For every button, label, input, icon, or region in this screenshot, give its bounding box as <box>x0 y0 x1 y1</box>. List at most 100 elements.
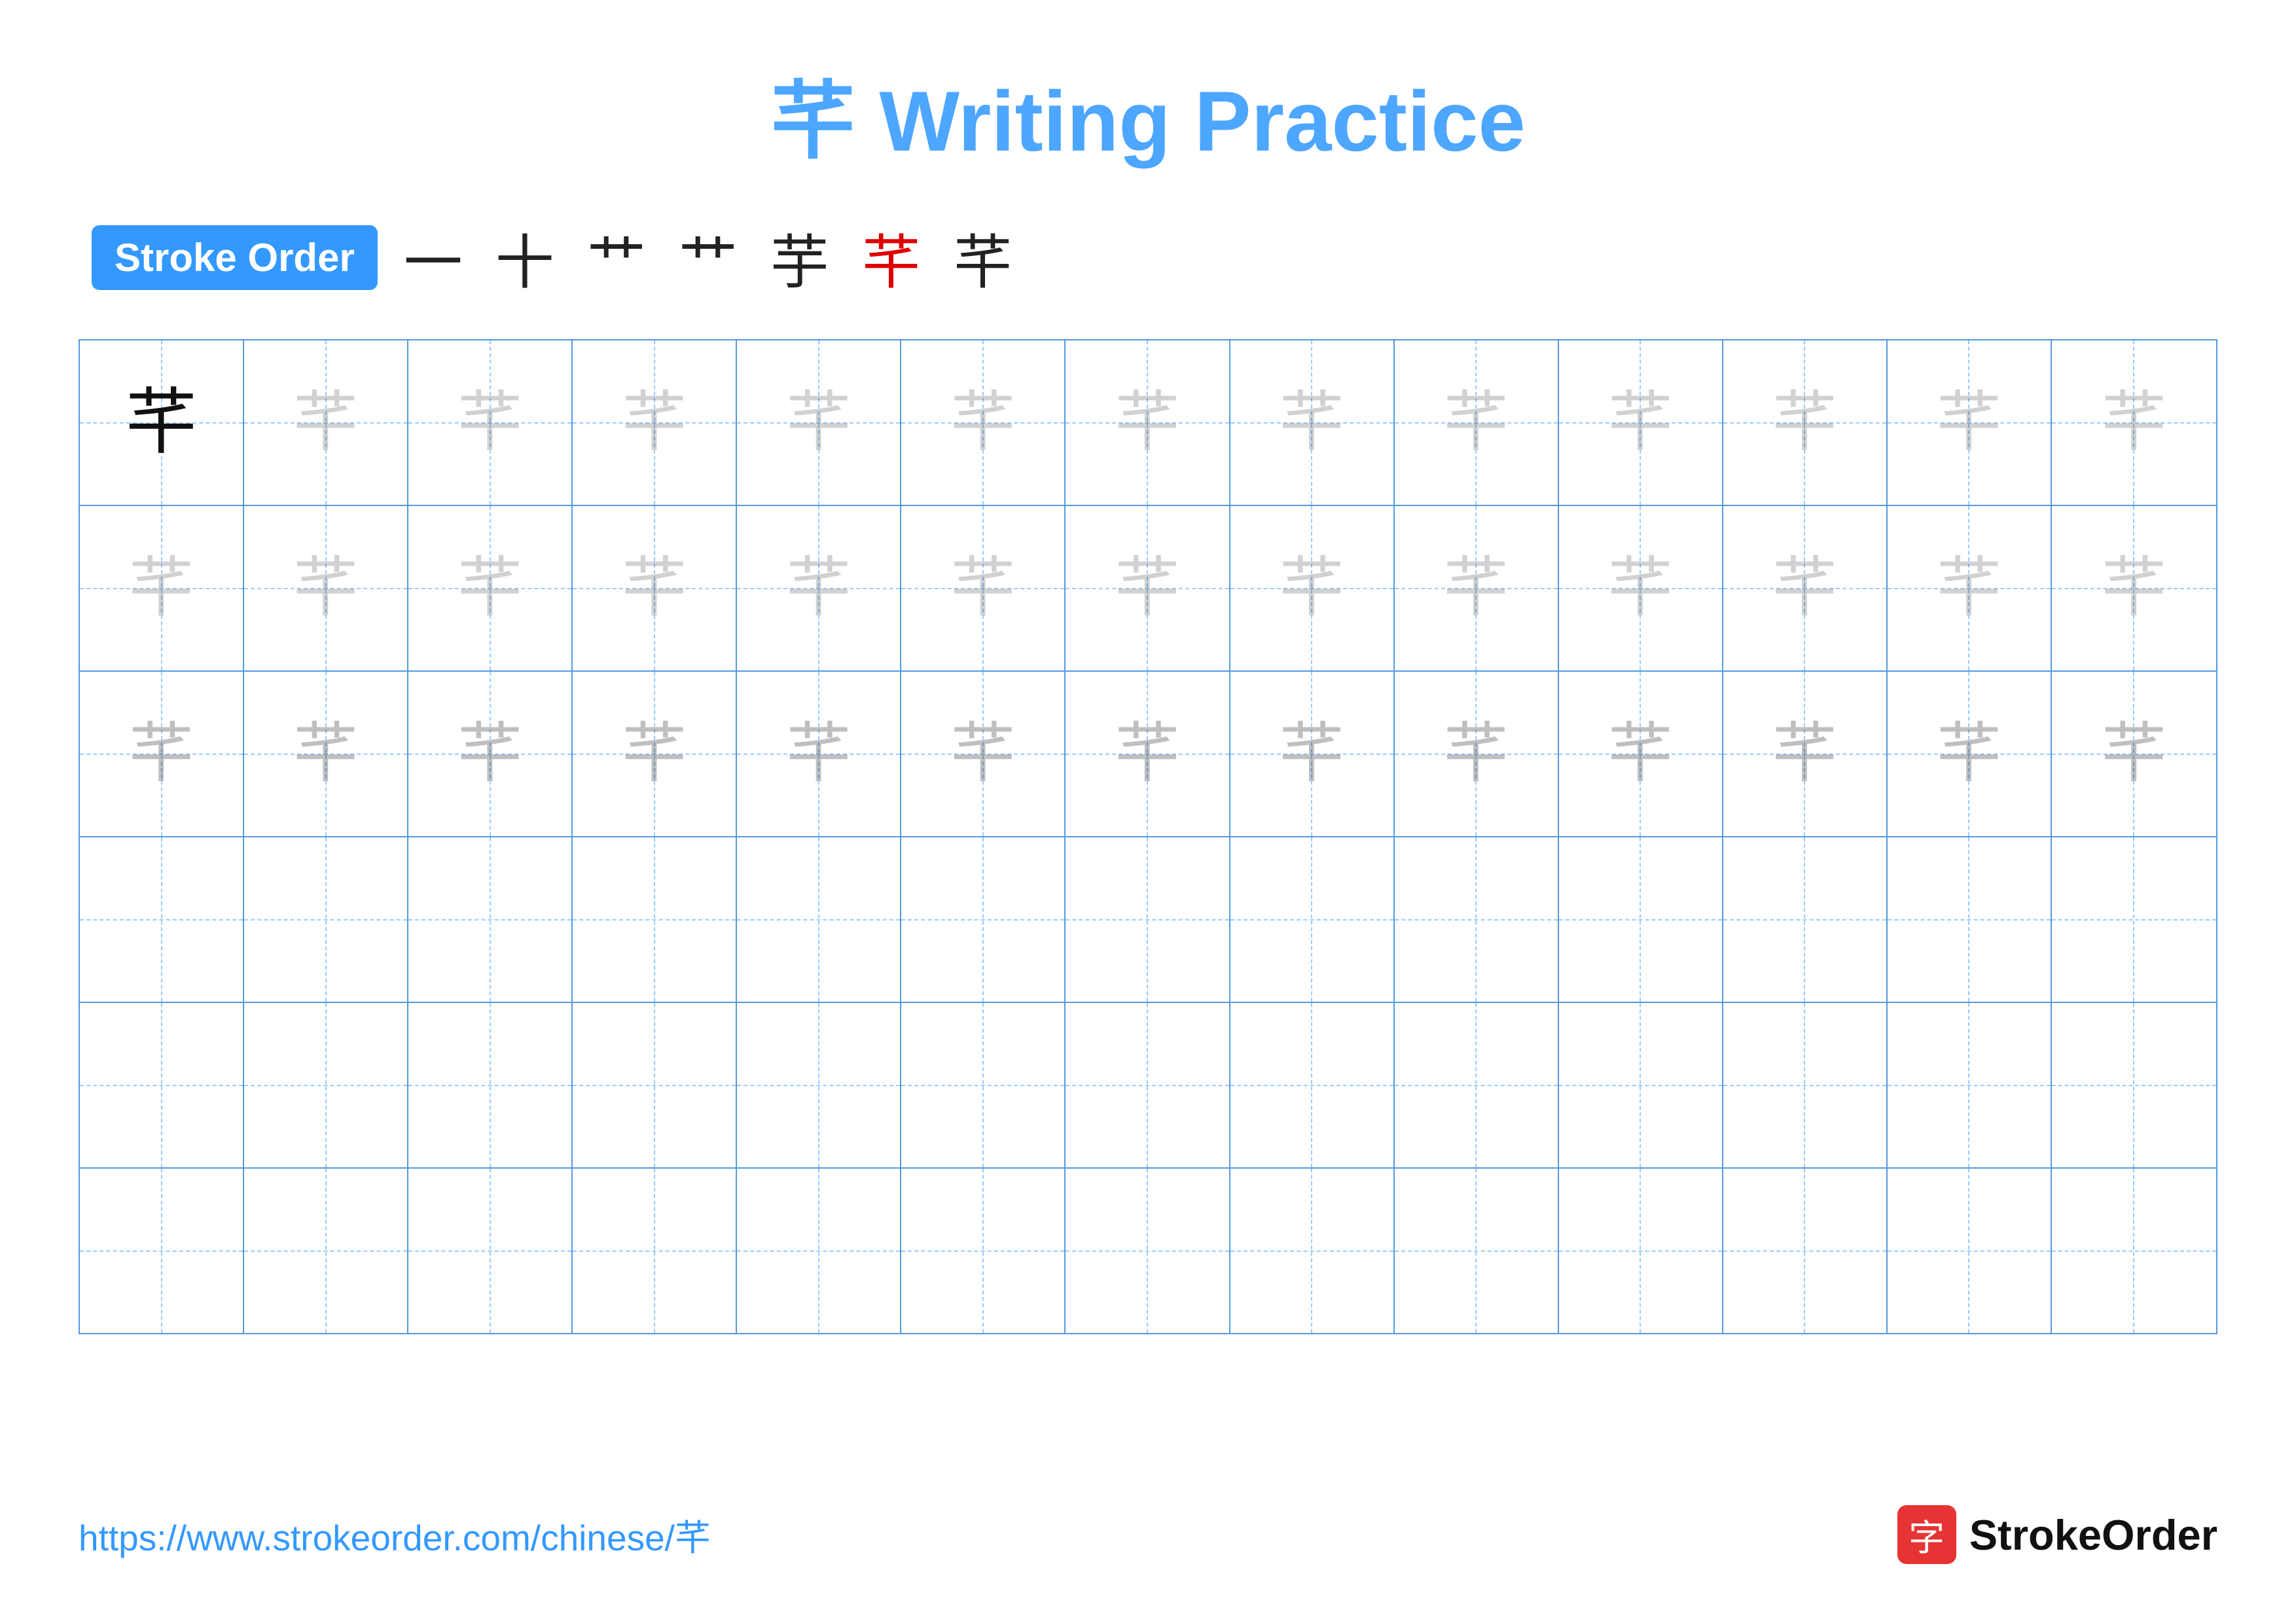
grid-cell[interactable] <box>737 1169 901 1333</box>
grid-cell[interactable] <box>408 1169 573 1333</box>
grid-cell[interactable]: 芊 <box>408 340 573 505</box>
grid-cell[interactable]: 芊 <box>2052 506 2216 670</box>
grid-cell[interactable] <box>80 1003 244 1167</box>
grid-cell[interactable]: 芊 <box>737 506 901 670</box>
grid-cell[interactable] <box>2052 1003 2216 1167</box>
grid-cell[interactable] <box>901 837 1066 1002</box>
grid-cell[interactable] <box>573 1169 737 1333</box>
grid-cell[interactable] <box>244 1003 408 1167</box>
cell-character: 芊 <box>293 556 359 621</box>
grid-cell[interactable]: 芊 <box>1559 340 1723 505</box>
grid-cell[interactable]: 芊 <box>573 672 737 836</box>
grid-cell[interactable]: 芊 <box>244 672 408 836</box>
grid-cell[interactable] <box>1559 837 1723 1002</box>
grid-cell[interactable] <box>901 1169 1066 1333</box>
grid-cell[interactable] <box>244 1169 408 1333</box>
grid-cell[interactable]: 芊 <box>737 340 901 505</box>
grid-cell[interactable] <box>408 837 573 1002</box>
grid-cell[interactable]: 芊 <box>1723 506 1888 670</box>
cell-character: 芊 <box>1936 556 2001 621</box>
grid-cell[interactable] <box>1888 1003 2052 1167</box>
grid-cell[interactable]: 芊 <box>1230 340 1395 505</box>
grid-cell[interactable]: 芊 <box>901 672 1066 836</box>
grid-cell[interactable]: 芊 <box>1559 672 1723 836</box>
grid-cell[interactable]: 芊 <box>1066 506 1230 670</box>
grid-cell[interactable] <box>901 1003 1066 1167</box>
grid-cell[interactable]: 芊 <box>1230 672 1395 836</box>
grid-row-4 <box>80 837 2216 1003</box>
grid-cell[interactable]: 芊 <box>1395 506 1559 670</box>
grid-cell[interactable] <box>737 837 901 1002</box>
grid-cell[interactable]: 芊 <box>1723 340 1888 505</box>
stroke-step-6: 芊 <box>862 215 921 300</box>
grid-cell[interactable] <box>1230 1169 1395 1333</box>
cell-character: 芊 <box>1443 390 1509 456</box>
grid-cell[interactable] <box>1723 1003 1888 1167</box>
grid-cell[interactable]: 芊 <box>1395 672 1559 836</box>
grid-cell[interactable] <box>2052 1169 2216 1333</box>
grid-cell[interactable]: 芊 <box>244 506 408 670</box>
grid-cell[interactable]: 芊 <box>80 340 244 505</box>
grid-cell[interactable]: 芊 <box>901 506 1066 670</box>
grid-cell[interactable]: 芊 <box>1888 672 2052 836</box>
grid-cell[interactable]: 芊 <box>573 506 737 670</box>
grid-cell[interactable] <box>1888 1169 2052 1333</box>
grid-cell[interactable] <box>408 1003 573 1167</box>
cell-character: 芊 <box>129 556 194 621</box>
grid-cell[interactable] <box>1395 837 1559 1002</box>
grid-cell[interactable] <box>2052 837 2216 1002</box>
grid-cell[interactable]: 芊 <box>80 506 244 670</box>
grid-cell[interactable]: 芊 <box>1723 672 1888 836</box>
cell-character: 芊 <box>786 556 852 621</box>
cell-character: 芊 <box>1443 556 1509 621</box>
grid-cell[interactable]: 芊 <box>573 340 737 505</box>
grid-cell[interactable] <box>1723 837 1888 1002</box>
grid-cell[interactable] <box>573 837 737 1002</box>
cell-character: 芊 <box>1607 390 1673 456</box>
grid-cell[interactable]: 芊 <box>244 340 408 505</box>
grid-cell[interactable] <box>244 837 408 1002</box>
grid-cell[interactable]: 芊 <box>737 672 901 836</box>
page: 芊 Writing Practice Stroke Order 一 十 艹 艹 … <box>0 0 2296 1623</box>
grid-cell[interactable] <box>1066 837 1230 1002</box>
cell-character: 芊 <box>1279 721 1344 787</box>
cell-character: 芊 <box>2101 721 2166 787</box>
grid-row-2: 芊 芊 芊 芊 芊 芊 芊 芊 芊 芊 芊 芊 芊 <box>80 506 2216 672</box>
grid-cell[interactable]: 芊 <box>1559 506 1723 670</box>
grid-cell[interactable] <box>80 837 244 1002</box>
grid-cell[interactable] <box>1230 1003 1395 1167</box>
grid-cell[interactable] <box>573 1003 737 1167</box>
grid-cell[interactable]: 芊 <box>80 672 244 836</box>
grid-cell[interactable] <box>1559 1003 1723 1167</box>
footer-url[interactable]: https://www.strokeorder.com/chinese/芊 <box>79 1508 711 1561</box>
grid-cell[interactable]: 芊 <box>1066 672 1230 836</box>
grid-cell[interactable] <box>1559 1169 1723 1333</box>
grid-cell[interactable] <box>80 1169 244 1333</box>
grid-cell[interactable]: 芊 <box>408 506 573 670</box>
stroke-step-1: 一 <box>404 215 463 300</box>
cell-character: 芊 <box>1772 721 1837 787</box>
grid-cell[interactable] <box>1888 837 2052 1002</box>
grid-cell[interactable] <box>1723 1169 1888 1333</box>
grid-cell[interactable] <box>1066 1169 1230 1333</box>
cell-character: 芊 <box>1115 556 1180 621</box>
grid-cell[interactable] <box>1066 1003 1230 1167</box>
grid-cell[interactable]: 芊 <box>1888 340 2052 505</box>
title-area: 芊 Writing Practice <box>79 52 2217 175</box>
grid-cell[interactable]: 芊 <box>1888 506 2052 670</box>
grid-cell[interactable]: 芊 <box>901 340 1066 505</box>
stroke-step-3: 艹 <box>587 215 646 300</box>
writing-grid: 芊 芊 芊 芊 芊 芊 芊 芊 芊 芊 芊 芊 芊 芊 芊 芊 芊 芊 芊 芊 … <box>79 339 2217 1334</box>
grid-cell[interactable]: 芊 <box>1230 506 1395 670</box>
grid-cell[interactable]: 芊 <box>2052 672 2216 836</box>
grid-cell[interactable]: 芊 <box>1395 340 1559 505</box>
grid-cell[interactable] <box>1395 1169 1559 1333</box>
grid-cell[interactable] <box>737 1003 901 1167</box>
cell-character: 芊 <box>457 390 523 456</box>
grid-cell[interactable] <box>1230 837 1395 1002</box>
grid-cell[interactable]: 芊 <box>2052 340 2216 505</box>
cell-character: 芊 <box>126 387 198 459</box>
grid-cell[interactable]: 芊 <box>1066 340 1230 505</box>
grid-cell[interactable] <box>1395 1003 1559 1167</box>
grid-cell[interactable]: 芊 <box>408 672 573 836</box>
